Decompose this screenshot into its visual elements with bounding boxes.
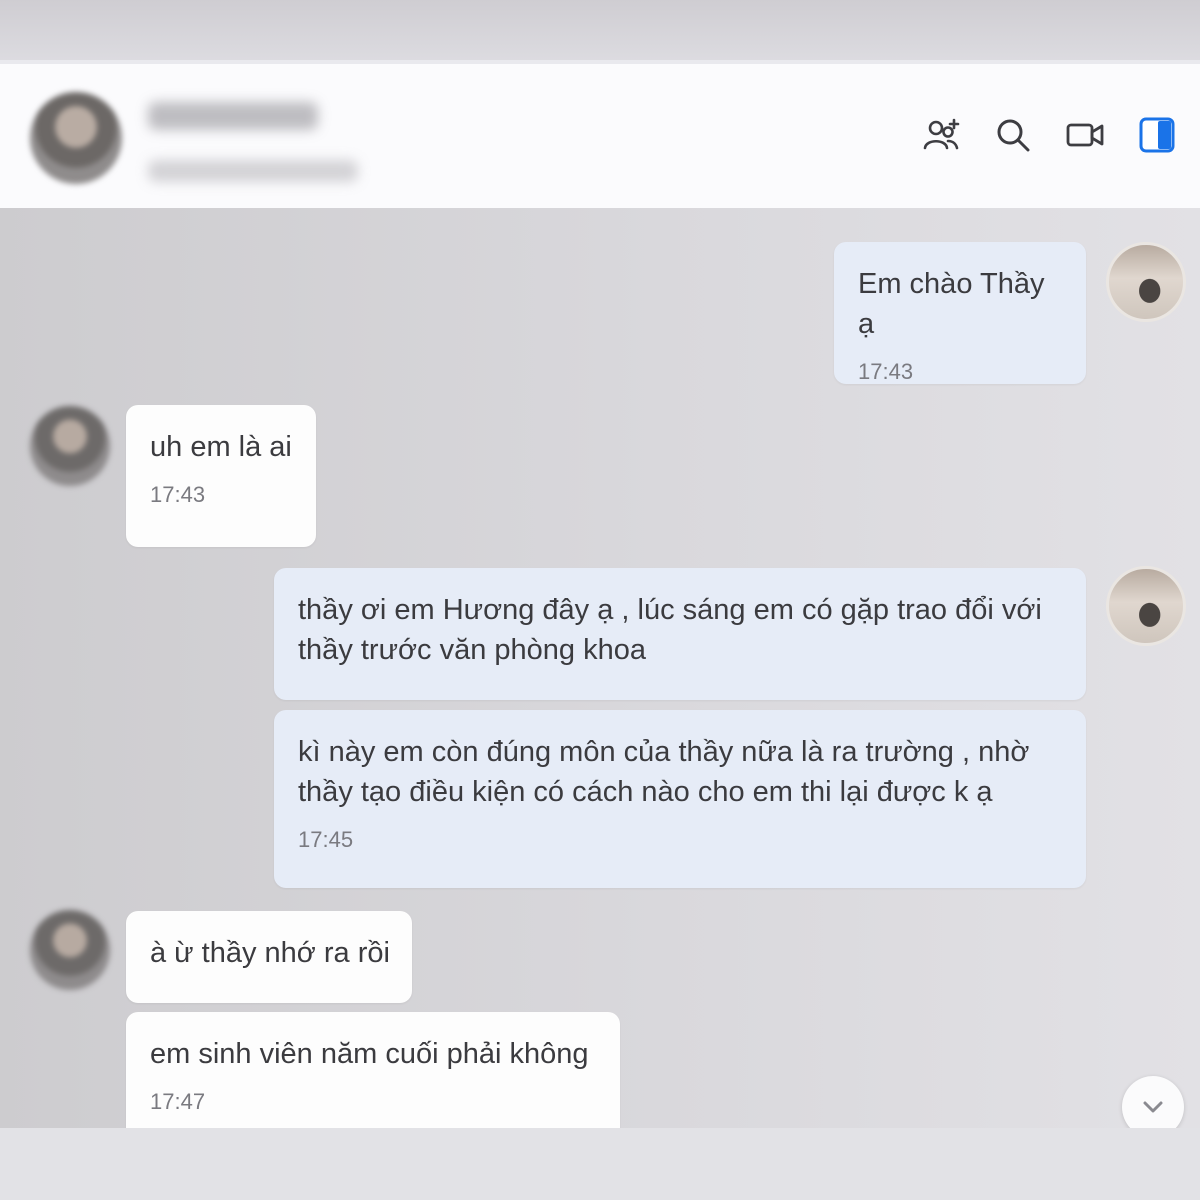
contact-status-blurred (148, 160, 358, 182)
message-text: Em chào Thầy ạ (858, 268, 1045, 340)
incoming-message[interactable]: à ừ thầy nhớ ra rồi (126, 911, 412, 1003)
sidebar-toggle-button[interactable] (1132, 110, 1182, 160)
message-time: 17:43 (150, 482, 206, 507)
contact-avatar[interactable] (30, 92, 122, 184)
message-text: à ừ thầy nhớ ra rồi (150, 937, 390, 969)
sidebar-toggle-icon (1139, 117, 1175, 153)
my-avatar[interactable] (1106, 566, 1186, 646)
message-text-line: thầy ơi em Hương đây ạ , lúc sáng em có … (298, 594, 1042, 626)
contact-name-blurred (148, 102, 318, 130)
video-call-button[interactable] (1060, 110, 1110, 160)
header-actions (916, 110, 1182, 160)
add-member-button[interactable] (916, 110, 966, 160)
outgoing-message[interactable]: thầy ơi em Hương đây ạ , lúc sáng em có … (274, 568, 1086, 700)
top-background-strip (0, 0, 1200, 60)
message-text: uh em là ai (150, 431, 292, 463)
my-avatar[interactable] (1106, 242, 1186, 322)
outgoing-message[interactable]: kì này em còn đúng môn của thầy nữa là r… (274, 710, 1086, 888)
search-icon (997, 119, 1030, 152)
outgoing-message[interactable]: Em chào Thầy ạ 17:43 (834, 242, 1086, 384)
message-time: 17:45 (298, 827, 354, 852)
chat-header (0, 60, 1200, 208)
message-text-line: thầy trước văn phòng khoa (298, 634, 646, 666)
incoming-message[interactable]: em sinh viên năm cuối phải không 17:47 (126, 1012, 620, 1128)
message-list[interactable]: Em chào Thầy ạ 17:43 uh em là ai 17:43 t… (0, 208, 1200, 1128)
contact-message-avatar[interactable] (30, 406, 110, 486)
message-time: 17:47 (150, 1089, 206, 1114)
chevron-down-icon (1143, 1101, 1163, 1113)
message-text-line: kì này em còn đúng môn của thầy nữa là r… (298, 736, 1030, 768)
search-button[interactable] (988, 110, 1038, 160)
incoming-message[interactable]: uh em là ai 17:43 (126, 405, 316, 547)
contact-message-avatar[interactable] (30, 910, 110, 990)
scroll-to-bottom-button[interactable] (1122, 1076, 1184, 1128)
bottom-background-strip (0, 1128, 1200, 1200)
message-time: 17:43 (858, 359, 914, 384)
message-text: em sinh viên năm cuối phải không (150, 1038, 589, 1070)
add-member-icon (923, 118, 960, 150)
message-text-line: thầy tạo điều kiện có cách nào cho em th… (298, 776, 993, 808)
video-call-icon (1066, 123, 1104, 147)
